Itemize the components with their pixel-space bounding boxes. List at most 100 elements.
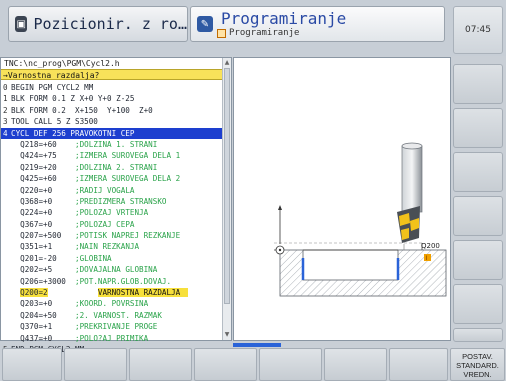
- line-comment: ;KOORD. POVRSINA: [75, 299, 149, 309]
- program-line[interactable]: Q437=+0 ;POLO?AJ PRIMIKA: [1, 333, 223, 344]
- line-code: Q204=+50: [20, 310, 57, 320]
- program-line[interactable]: Q367=+0 ;POLOZAJ CEPA: [1, 219, 223, 230]
- line-code: TOOL CALL 5 Z S3500: [11, 117, 98, 127]
- program-line[interactable]: Q203=+0 ;KOORD. POVRSINA: [1, 298, 223, 309]
- line-number: 2: [3, 105, 8, 115]
- mode-tab-positioning[interactable]: ▣ Pozicionir. z ro…: [8, 6, 188, 42]
- line-code: BLK FORM 0.1 Z X+0 Y+0 Z-25: [11, 94, 135, 104]
- right-softkey-1[interactable]: [453, 64, 503, 104]
- line-code: BEGIN PGM CYCL2 MM: [11, 83, 94, 92]
- bottom-softkey-1[interactable]: [2, 348, 62, 381]
- right-softkey-5[interactable]: [453, 240, 503, 280]
- line-comment: ;POLOZAJ CEPA: [75, 219, 135, 229]
- help-graphic: Q200 I: [233, 57, 451, 341]
- line-comment: ;PREKRIVANJE PROGE: [75, 322, 158, 332]
- line-comment: ;DOLZINA 1. STRANI: [75, 139, 158, 149]
- line-comment: ;RADIJ VOGALA: [75, 185, 135, 195]
- program-lines: 0 BEGIN PGM CYCL2 MM 1 BLK FORM 0.1 Z X+0 Y…: [1, 82, 223, 355]
- line-code: Q370=+1: [20, 322, 53, 332]
- line-code: Q368=+0: [20, 196, 53, 206]
- line-code: Q207=+500: [20, 231, 62, 241]
- cycle-illustration: Q200 I: [274, 142, 447, 297]
- program-line[interactable]: 2 BLK FORM 0.2 X+150 Y+100 Z+0: [1, 105, 223, 116]
- line-code: Q351=+1: [20, 242, 53, 252]
- right-softkey-3[interactable]: [453, 152, 503, 192]
- program-line[interactable]: 0 BEGIN PGM CYCL2 MM: [1, 82, 223, 93]
- line-code: Q203=+0: [20, 299, 53, 309]
- programming-mode-icon: ✎: [197, 16, 213, 32]
- program-scrollbar[interactable]: ▲ ▼: [222, 58, 231, 340]
- program-line[interactable]: Q204=+50 ;2. VARNOST. RAZMAK: [1, 310, 223, 321]
- bottom-softkey-2[interactable]: [64, 348, 127, 381]
- line-comment: ;POLOZAJ VRTENJA: [75, 208, 149, 218]
- program-line[interactable]: 4 CYCL DEF 256 PRAVOKOTNI CEP: [1, 127, 223, 139]
- program-line[interactable]: Q424=+75 ;IZMERA SUROVEGA DELA 1: [1, 150, 223, 161]
- program-line[interactable]: Q200=2 VARNOSTNA RAZDALJA: [1, 287, 223, 298]
- line-code: Q220=+0: [20, 185, 53, 195]
- scrollbar-thumb[interactable]: [224, 68, 230, 304]
- program-line[interactable]: Q206=+3000 ;POT.NAPR.GLOB.DOVAJ.: [1, 276, 223, 287]
- right-softkey-7[interactable]: [453, 328, 503, 342]
- scroll-down-icon[interactable]: ▼: [223, 331, 231, 339]
- line-code: CYCL DEF 256 PRAVOKOTNI CEP: [11, 128, 135, 138]
- program-line[interactable]: Q351=+1 ;NAIN REZKANJA: [1, 241, 223, 252]
- program-line[interactable]: Q202=+5 ;DOVAJALNA GLOBINA: [1, 264, 223, 275]
- program-line[interactable]: Q220=+0 ;RADIJ VOGALA: [1, 185, 223, 196]
- line-code: Q202=+5: [20, 265, 53, 275]
- line-comment: ;POT.NAPR.GLOB.DOVAJ.: [75, 276, 172, 286]
- bottom-softkey-4[interactable]: [194, 348, 257, 381]
- line-number: 4: [3, 128, 8, 138]
- program-line[interactable]: Q425=+60 ;IZMERA SUROVEGA DELA 2: [1, 173, 223, 184]
- softkey-row-indicator: [233, 343, 281, 347]
- right-softkey-4[interactable]: [453, 196, 503, 236]
- right-softkey-6[interactable]: [453, 284, 503, 324]
- program-line[interactable]: Q370=+1 ;PREKRIVANJE PROGE: [1, 321, 223, 332]
- bottom-softkey-5[interactable]: [259, 348, 322, 381]
- header-bar: ▣ Pozicionir. z ro… ✎ Programiranje Prog…: [0, 0, 506, 56]
- program-line[interactable]: Q224=+0 ;POLOZAJ VRTENJA: [1, 207, 223, 218]
- program-line[interactable]: Q207=+500 ;POTISK NAPREJ REZKANJE: [1, 230, 223, 241]
- program-line[interactable]: 3 TOOL CALL 5 Z S3500: [1, 116, 223, 127]
- line-code: Q218=+60: [20, 139, 57, 149]
- line-code: Q201=-20: [20, 253, 57, 263]
- program-line[interactable]: 1 BLK FORM 0.1 Z X+0 Y+0 Z-25: [1, 93, 223, 104]
- program-line[interactable]: Q218=+60 ;DOLZINA 1. STRANI: [1, 139, 223, 150]
- line-code: Q206=+3000: [20, 276, 66, 286]
- line-code: Q437=+0: [20, 333, 53, 343]
- line-comment: ;POLO?AJ PRIMIKA: [75, 333, 149, 343]
- tool-drawing: [397, 142, 423, 250]
- line-comment: ;IZMERA SUROVEGA DELA 1: [75, 151, 181, 161]
- line-comment: ;2. VARNOST. RAZMAK: [75, 310, 162, 320]
- line-comment: ;POTISK NAPREJ REZKANJE: [75, 231, 181, 241]
- clock: 07:45: [453, 6, 503, 54]
- workpiece-drawing: [274, 242, 447, 297]
- bottom-softkey-6[interactable]: [324, 348, 387, 381]
- mode-tab-programming-sublabel: Programiranje: [229, 28, 300, 38]
- line-comment: ;IZMERA SUROVEGA DELA 2: [75, 174, 181, 184]
- bottom-softkey-7[interactable]: [389, 348, 448, 381]
- right-softkey-2[interactable]: [453, 108, 503, 148]
- program-line[interactable]: Q201=-20 ;GLOBINA: [1, 253, 223, 264]
- bottom-softkey-3[interactable]: [129, 348, 192, 381]
- mode-tab-programming-label: Programiranje: [221, 9, 347, 28]
- q200-label: Q200: [421, 242, 440, 250]
- line-code: Q224=+0: [20, 208, 53, 218]
- line-code: Q424=+75: [20, 151, 57, 161]
- line-code: BLK FORM 0.2 X+150 Y+100 Z+0: [11, 105, 153, 115]
- line-comment: ;DOVAJALNA GLOBINA: [75, 265, 158, 275]
- line-comment: ;PREDIZMERA STRANSKO: [75, 196, 167, 206]
- machine-mode-icon: ▣: [15, 16, 28, 32]
- line-number: 3: [3, 117, 8, 127]
- program-editor[interactable]: TNC:\nc_prog\PGM\Cycl2.h →Varnostna razd…: [0, 57, 232, 354]
- program-line[interactable]: Q219=+20 ;DOLZINA 2. STRANI: [1, 162, 223, 173]
- scroll-up-icon[interactable]: ▲: [223, 59, 231, 67]
- program-path: TNC:\nc_prog\PGM\Cycl2.h: [1, 58, 231, 69]
- line-comment: ;NAIN REZKANJA: [75, 242, 140, 252]
- mode-tab-programming[interactable]: ✎ Programiranje Programiranje: [190, 6, 445, 42]
- line-comment: VARNOSTNA RAZDALJA: [97, 288, 189, 298]
- line-code: Q367=+0: [20, 219, 53, 229]
- set-standard-values-button[interactable]: POSTAV. STANDARD. VREDN.: [450, 348, 505, 381]
- line-comment: ;DOLZINA 2. STRANI: [75, 162, 158, 172]
- program-line[interactable]: Q368=+0 ;PREDIZMERA STRANSKO: [1, 196, 223, 207]
- file-icon: [217, 29, 226, 38]
